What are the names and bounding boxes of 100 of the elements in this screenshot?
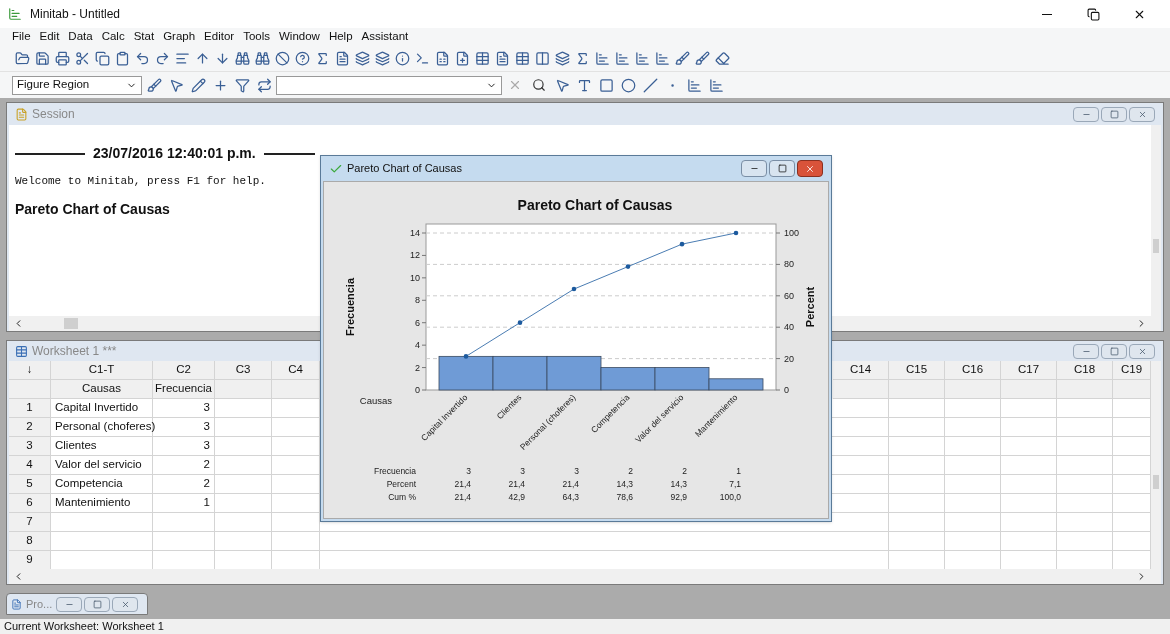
table-icon[interactable] xyxy=(514,51,530,66)
menu-item[interactable]: Stat xyxy=(133,28,155,46)
table-cell[interactable]: Personal (choferes) xyxy=(51,418,153,437)
table-cell[interactable] xyxy=(833,475,889,494)
table-cell[interactable] xyxy=(215,494,272,513)
vertical-scrollbar[interactable] xyxy=(1151,125,1161,331)
table-cell[interactable] xyxy=(889,494,945,513)
row-header[interactable]: 7 xyxy=(9,513,51,532)
table-cell[interactable] xyxy=(833,494,889,513)
table-cell[interactable]: Clientes xyxy=(51,437,153,456)
object-dropdown[interactable] xyxy=(276,75,502,95)
bar-chart-icon[interactable] xyxy=(614,51,630,66)
close-button[interactable] xyxy=(1129,106,1155,122)
maximize-button[interactable] xyxy=(1101,106,1127,122)
table-cell[interactable] xyxy=(1001,513,1057,532)
table-cell[interactable] xyxy=(1057,494,1113,513)
binoculars-icon[interactable] xyxy=(254,51,270,66)
crosshair-icon[interactable] xyxy=(212,77,228,93)
brush-icon[interactable] xyxy=(146,77,162,93)
table-cell[interactable]: Valor del servicio xyxy=(51,456,153,475)
cancel-icon[interactable] xyxy=(274,51,290,66)
columns-icon[interactable] xyxy=(534,51,550,66)
command-icon[interactable] xyxy=(414,51,430,66)
table-cell[interactable] xyxy=(1001,494,1057,513)
close-button[interactable] xyxy=(797,160,823,177)
table-cell[interactable] xyxy=(215,399,272,418)
minimize-button[interactable] xyxy=(56,596,83,612)
table-cell[interactable] xyxy=(1057,475,1113,494)
eraser-icon[interactable] xyxy=(714,51,730,66)
scroll-thumb[interactable] xyxy=(1153,239,1159,253)
column-name-cell[interactable] xyxy=(1001,380,1057,399)
menu-item[interactable]: Window xyxy=(279,28,320,46)
column-name-cell[interactable] xyxy=(945,380,1001,399)
help-icon[interactable] xyxy=(294,51,310,66)
table-cell[interactable] xyxy=(889,399,945,418)
table-cell[interactable] xyxy=(945,475,1001,494)
bar-chart-icon[interactable] xyxy=(634,51,650,66)
table-cell[interactable] xyxy=(833,437,889,456)
table-cell[interactable] xyxy=(215,513,272,532)
table-cell[interactable]: Competencia xyxy=(51,475,153,494)
filter-icon[interactable] xyxy=(234,77,250,93)
table-cell[interactable] xyxy=(833,399,889,418)
pencil-icon[interactable] xyxy=(190,77,206,93)
table-cell[interactable] xyxy=(945,399,1001,418)
table-cell[interactable] xyxy=(1057,437,1113,456)
table-cell[interactable] xyxy=(153,532,215,551)
table-cell[interactable] xyxy=(945,494,1001,513)
column-name-cell[interactable]: Causas xyxy=(51,380,153,399)
line-icon[interactable] xyxy=(642,77,658,93)
table-cell[interactable] xyxy=(1057,418,1113,437)
menu-item[interactable]: Tools xyxy=(243,28,270,46)
table-cell[interactable] xyxy=(1001,532,1057,551)
grid-icon[interactable] xyxy=(474,51,490,66)
table-cell[interactable] xyxy=(889,418,945,437)
table-cell[interactable] xyxy=(889,513,945,532)
close-button[interactable] xyxy=(1129,343,1155,359)
table-cell[interactable] xyxy=(1057,399,1113,418)
row-header[interactable]: 2 xyxy=(9,418,51,437)
table-cell[interactable] xyxy=(945,418,1001,437)
table-cell[interactable] xyxy=(833,456,889,475)
bar-chart-icon[interactable] xyxy=(686,77,702,93)
horizontal-scrollbar[interactable] xyxy=(9,569,1151,584)
menu-item[interactable]: Editor xyxy=(204,28,235,46)
minimize-button[interactable] xyxy=(1073,343,1099,359)
brush-icon[interactable] xyxy=(694,51,710,66)
row-header[interactable]: 6 xyxy=(9,494,51,513)
table-cell[interactable]: 3 xyxy=(153,399,215,418)
printer-icon[interactable] xyxy=(54,51,70,66)
down-arrow-icon[interactable] xyxy=(214,51,230,66)
search-icon[interactable] xyxy=(532,78,546,92)
document-icon[interactable] xyxy=(494,51,510,66)
table-cell[interactable] xyxy=(1057,532,1113,551)
maximize-button[interactable] xyxy=(769,160,795,177)
pointer-icon[interactable] xyxy=(168,77,184,93)
table-cell[interactable] xyxy=(889,437,945,456)
layers-icon[interactable] xyxy=(354,51,370,66)
table-cell[interactable] xyxy=(51,513,153,532)
copy-icon[interactable] xyxy=(94,51,110,66)
menu-item[interactable]: Calc xyxy=(101,28,125,46)
row-header[interactable]: 5 xyxy=(9,475,51,494)
menu-item[interactable]: Data xyxy=(68,28,93,46)
vertical-scrollbar[interactable] xyxy=(1151,361,1161,584)
table-cell[interactable] xyxy=(153,513,215,532)
table-cell[interactable] xyxy=(945,456,1001,475)
menu-item[interactable]: Help xyxy=(328,28,353,46)
table-cell[interactable] xyxy=(833,513,889,532)
column-name-cell[interactable] xyxy=(1057,380,1113,399)
maximize-button[interactable] xyxy=(84,596,111,612)
table-cell[interactable]: 2 xyxy=(153,475,215,494)
table-cell[interactable] xyxy=(51,532,153,551)
table-cell[interactable]: Mantenimiento xyxy=(51,494,153,513)
table-cell[interactable] xyxy=(945,513,1001,532)
table-cell[interactable] xyxy=(1001,475,1057,494)
table-cell[interactable]: 3 xyxy=(153,437,215,456)
bar-chart-icon[interactable] xyxy=(594,51,610,66)
cut-icon[interactable] xyxy=(74,51,90,66)
table-cell[interactable] xyxy=(272,532,320,551)
table-cell[interactable]: Capital Invertido xyxy=(51,399,153,418)
row-header[interactable]: 4 xyxy=(9,456,51,475)
table-cell[interactable] xyxy=(889,475,945,494)
